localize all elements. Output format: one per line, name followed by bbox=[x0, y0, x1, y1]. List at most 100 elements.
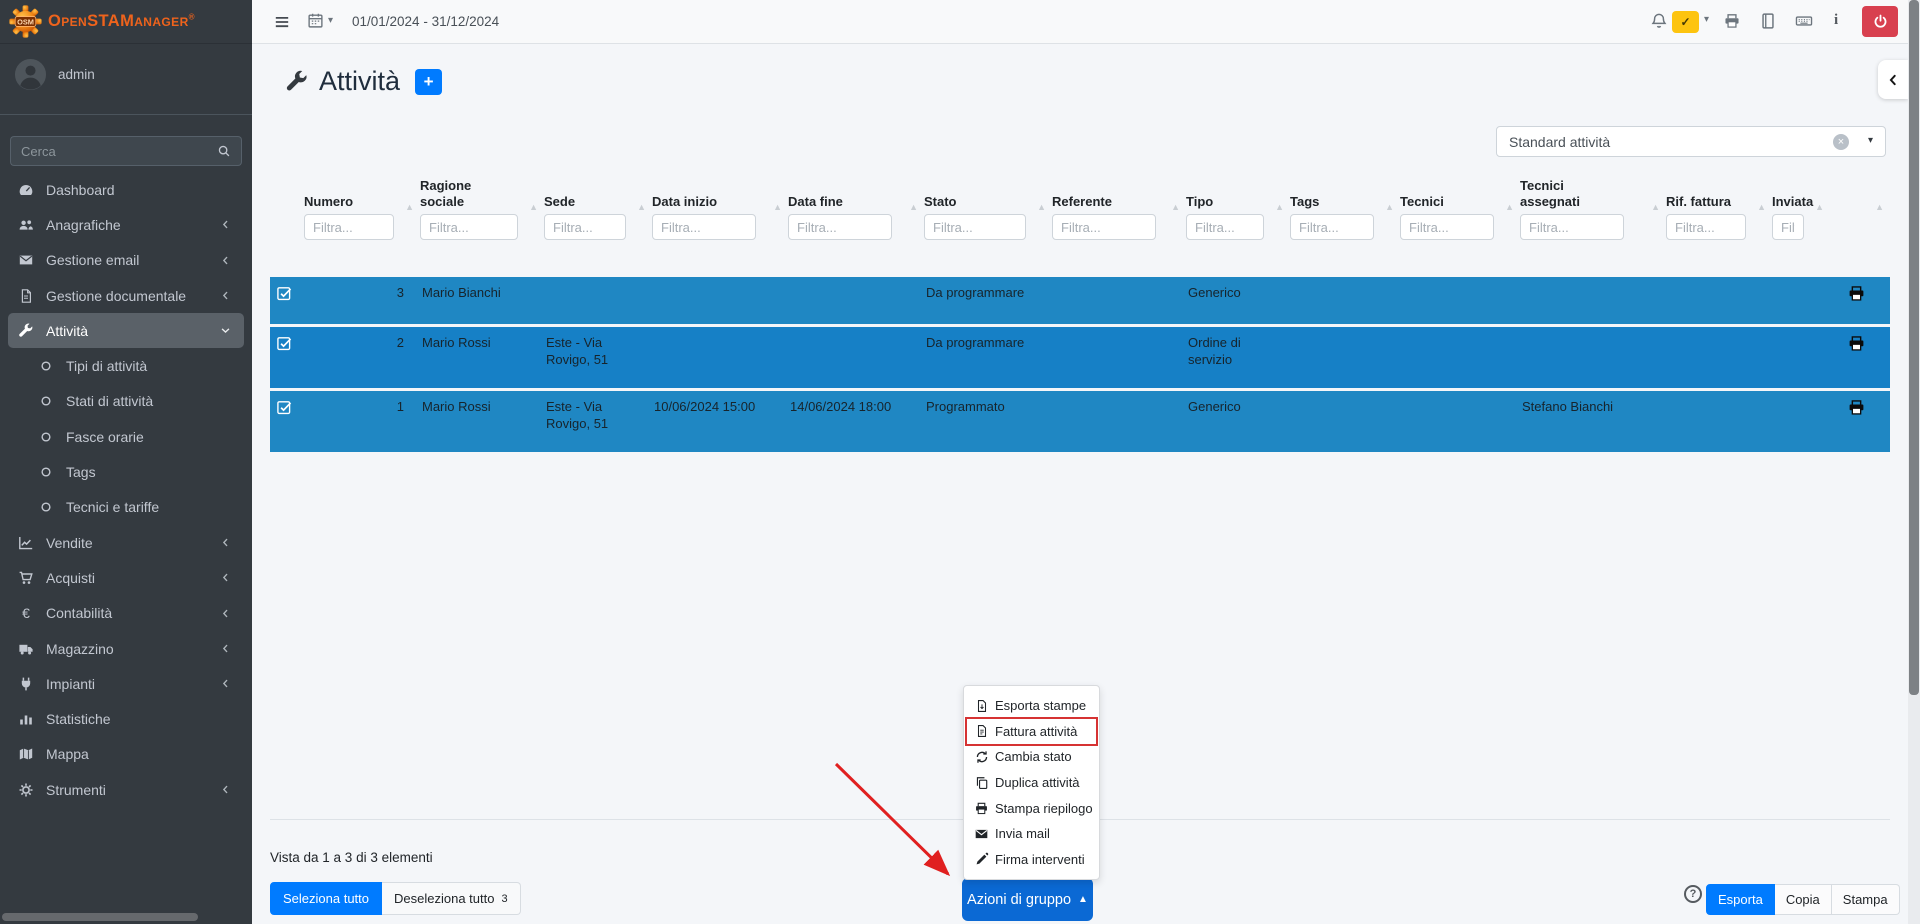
filter-input-inviata[interactable] bbox=[1772, 214, 1804, 240]
row-print-button[interactable] bbox=[1830, 277, 1890, 324]
clear-icon[interactable]: × bbox=[1833, 134, 1849, 150]
filter-input-tags[interactable] bbox=[1290, 214, 1374, 240]
brand[interactable]: OSM OpenSTAManager® bbox=[0, 0, 252, 44]
bell-icon[interactable] bbox=[1650, 12, 1668, 30]
column-label: Inviata bbox=[1772, 176, 1816, 214]
sort-caret-icon[interactable]: ▲ bbox=[637, 203, 646, 212]
book-icon[interactable] bbox=[1759, 12, 1777, 30]
filter-input-tecnici_assegnati[interactable] bbox=[1520, 214, 1624, 240]
sort-caret-icon[interactable]: ▲ bbox=[1171, 203, 1180, 212]
sidebar-item-vendite[interactable]: Vendite bbox=[8, 525, 244, 560]
sidebar-item-acquisti[interactable]: Acquisti bbox=[8, 560, 244, 595]
column-label: Ragione sociale bbox=[420, 176, 516, 214]
select-all-button[interactable]: Seleziona tutto bbox=[270, 882, 382, 915]
row-checkbox[interactable] bbox=[270, 391, 304, 452]
sidebar-item-mappa[interactable]: Mappa bbox=[8, 737, 244, 772]
sidebar-subitem-fasce-orarie[interactable]: Fasce orarie bbox=[8, 419, 244, 454]
plugin-select-value: Standard attività bbox=[1509, 134, 1610, 150]
menu-item-label: Esporta stampe bbox=[995, 698, 1086, 713]
menu-item-duplica-attivit[interactable]: Duplica attività bbox=[967, 770, 1096, 796]
export-button[interactable]: Esporta bbox=[1706, 884, 1775, 915]
table-row[interactable]: 2Mario RossiEste - Via Rovigo, 51Da prog… bbox=[270, 327, 1890, 388]
sidebar-item-impianti[interactable]: Impianti bbox=[8, 666, 244, 701]
sidebar-item-gestione-email[interactable]: Gestione email bbox=[8, 243, 244, 278]
search-button[interactable] bbox=[206, 136, 242, 166]
filter-input-ragione_sociale[interactable] bbox=[420, 214, 518, 240]
sidebar-subitem-stati-di-attivit[interactable]: Stati di attività bbox=[8, 384, 244, 419]
menu-item-invia-mail[interactable]: Invia mail bbox=[967, 821, 1096, 847]
info-icon[interactable]: i bbox=[1834, 12, 1838, 29]
row-checkbox[interactable] bbox=[270, 327, 304, 388]
printer-icon bbox=[1847, 284, 1866, 324]
column-header-rif_fattura: Rif. fattura▲ bbox=[1666, 176, 1772, 240]
sidebar-item-gestione-documentale[interactable]: Gestione documentale bbox=[8, 278, 244, 313]
horizontal-scrollbar-thumb[interactable] bbox=[2, 913, 198, 921]
cell-ragione_sociale: Mario Rossi bbox=[420, 391, 544, 452]
sort-caret-icon[interactable]: ▲ bbox=[1875, 203, 1884, 212]
panel-collapse-button[interactable] bbox=[1878, 60, 1908, 99]
row-checkbox[interactable] bbox=[270, 277, 304, 324]
copy-button[interactable]: Copia bbox=[1775, 884, 1832, 915]
date-range[interactable]: 01/01/2024 - 31/12/2024 bbox=[352, 14, 499, 29]
sidebar-item-dashboard[interactable]: Dashboard bbox=[8, 172, 244, 207]
menu-item-cambia-stato[interactable]: Cambia stato bbox=[967, 744, 1096, 770]
sort-caret-icon[interactable]: ▲ bbox=[1275, 203, 1284, 212]
sidebar-item-magazzino[interactable]: Magazzino bbox=[8, 631, 244, 666]
menu-item-esporta-stampe[interactable]: Esporta stampe bbox=[967, 693, 1096, 719]
row-print-button[interactable] bbox=[1830, 327, 1890, 388]
sort-caret-icon[interactable]: ▲ bbox=[1651, 203, 1660, 212]
sort-caret-icon[interactable]: ▲ bbox=[405, 203, 414, 212]
add-button[interactable]: + bbox=[415, 69, 442, 95]
tasks-check-button[interactable]: ✓ bbox=[1672, 11, 1699, 33]
sort-caret-icon[interactable]: ▲ bbox=[1037, 203, 1046, 212]
filter-input-rif_fattura[interactable] bbox=[1666, 214, 1746, 240]
sidebar-item-statistiche[interactable]: Statistiche bbox=[8, 701, 244, 736]
sidebar-item-attivit[interactable]: Attività bbox=[8, 313, 244, 348]
filter-input-stato[interactable] bbox=[924, 214, 1026, 240]
table-row[interactable]: 1Mario RossiEste - Via Rovigo, 5110/06/2… bbox=[270, 391, 1890, 452]
filter-input-data_fine[interactable] bbox=[788, 214, 892, 240]
vertical-scrollbar-thumb[interactable] bbox=[1909, 0, 1919, 695]
filter-input-sede[interactable] bbox=[544, 214, 626, 240]
sort-caret-icon[interactable]: ▲ bbox=[773, 203, 782, 212]
help-icon[interactable]: ? bbox=[1684, 885, 1702, 903]
sort-caret-icon[interactable]: ▲ bbox=[529, 203, 538, 212]
deselect-all-button[interactable]: Deseleziona tutto 3 bbox=[382, 882, 521, 915]
sidebar-item-contabilit[interactable]: €Contabilità bbox=[8, 596, 244, 631]
sort-caret-icon[interactable]: ▲ bbox=[1505, 203, 1514, 212]
menu-item-firma-interventi[interactable]: Firma interventi bbox=[967, 847, 1096, 873]
sidebar-subitem-tipi-di-attivit[interactable]: Tipi di attività bbox=[8, 348, 244, 383]
sidebar-item-strumenti[interactable]: Strumenti bbox=[8, 772, 244, 807]
sort-caret-icon[interactable]: ▲ bbox=[1757, 203, 1766, 212]
group-actions-button[interactable]: Azioni di gruppo ▲ bbox=[962, 878, 1093, 921]
hamburger-icon[interactable] bbox=[273, 13, 291, 31]
row-print-button[interactable] bbox=[1830, 391, 1890, 452]
power-button[interactable] bbox=[1862, 6, 1898, 37]
search-input[interactable] bbox=[10, 136, 206, 166]
print-button[interactable]: Stampa bbox=[1832, 884, 1900, 915]
menu-item-fattura-attivit[interactable]: Fattura attività bbox=[967, 719, 1096, 745]
filter-input-data_inizio[interactable] bbox=[652, 214, 756, 240]
menu-item-stampa-riepilogo[interactable]: Stampa riepilogo bbox=[967, 795, 1096, 821]
table-row[interactable]: 3Mario BianchiDa programmareGenerico bbox=[270, 277, 1890, 324]
column-header-data_inizio: Data inizio▲ bbox=[652, 176, 788, 240]
sort-caret-icon[interactable]: ▲ bbox=[909, 203, 918, 212]
calendar-dropdown[interactable]: ▾ bbox=[307, 12, 333, 29]
sort-caret-icon[interactable]: ▲ bbox=[1815, 203, 1824, 212]
filter-input-numero[interactable] bbox=[304, 214, 394, 240]
user-panel[interactable]: admin bbox=[14, 58, 95, 91]
filter-input-tecnici[interactable] bbox=[1400, 214, 1494, 240]
keyboard-icon[interactable] bbox=[1794, 12, 1814, 30]
sidebar-subitem-tags[interactable]: Tags bbox=[8, 454, 244, 489]
filter-input-tipo[interactable] bbox=[1186, 214, 1264, 240]
sidebar-item-anagrafiche[interactable]: Anagrafiche bbox=[8, 207, 244, 242]
caret-down-icon[interactable]: ▾ bbox=[1704, 15, 1709, 25]
filter-input-referente[interactable] bbox=[1052, 214, 1156, 240]
avatar bbox=[14, 58, 47, 91]
deselect-count-badge: 3 bbox=[501, 893, 507, 905]
sort-caret-icon[interactable]: ▲ bbox=[1385, 203, 1394, 212]
sidebar-subitem-tecnici-e-tariffe[interactable]: Tecnici e tariffe bbox=[8, 490, 244, 525]
cell-rif_fattura bbox=[1666, 391, 1772, 452]
plugin-select[interactable]: Standard attività × ▾ bbox=[1496, 126, 1886, 157]
printer-icon[interactable] bbox=[1723, 12, 1741, 30]
